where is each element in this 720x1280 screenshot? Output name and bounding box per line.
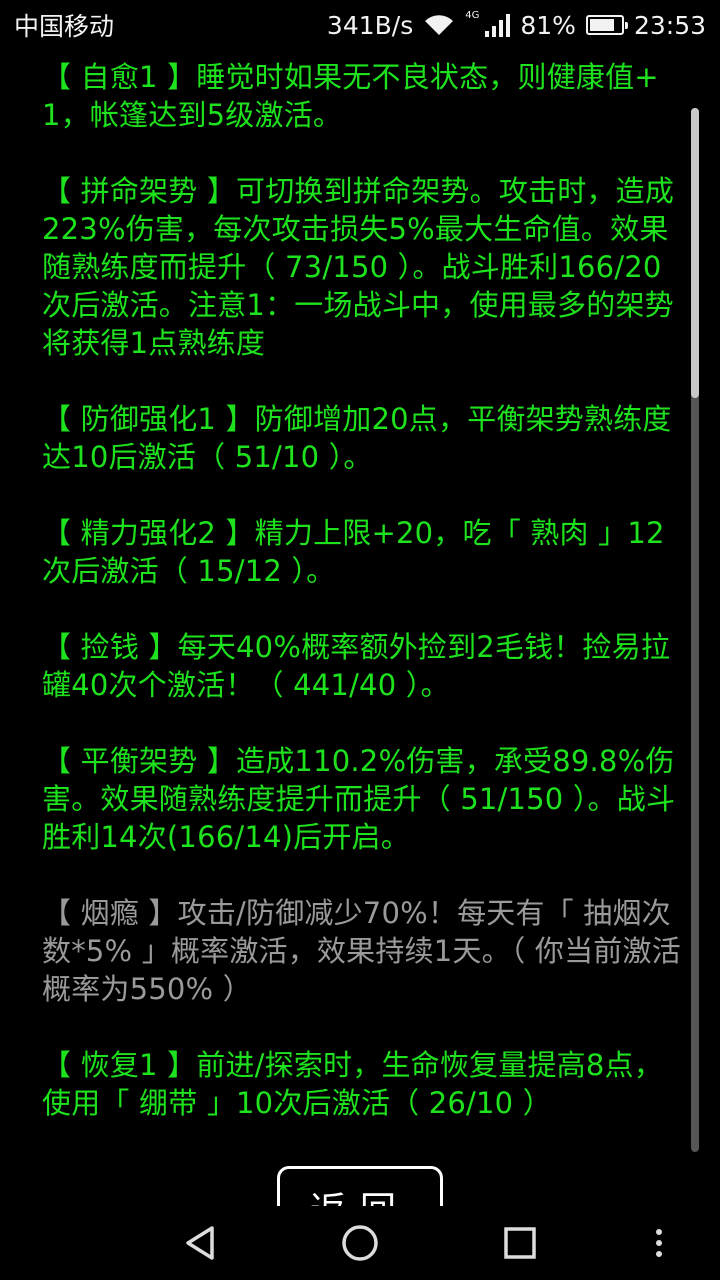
- nav-menu-button[interactable]: [634, 1220, 684, 1266]
- scrollbar-thumb[interactable]: [691, 108, 699, 398]
- signal-icon: [485, 13, 511, 37]
- status-bar: 中国移动 341B/s 4G 81% 23:53: [0, 0, 720, 50]
- battery-percent: 81%: [520, 10, 576, 40]
- skill-entry: 【 烟瘾 】攻击/防御减少70%！每天有「 抽烟次数*5% 」概率激活，效果持续…: [42, 896, 681, 1006]
- network-type-label: 4G: [465, 9, 480, 21]
- skill-entry: 【 精力强化2 】精力上限+20，吃「 熟肉 」12次后激活（ 15/12 ）。: [42, 516, 665, 588]
- carrier-label: 中国移动: [14, 12, 115, 41]
- nav-back-button[interactable]: [175, 1220, 225, 1266]
- skill-entry: 【 平衡架势 】造成110.2%伤害，承受89.8%伤害。效果随熟练度提升而提升…: [42, 744, 676, 854]
- skill-entry: 【 捡钱 】每天40%概率额外捡到2毛钱！捡易拉罐40次个激活！（ 441/40…: [42, 630, 671, 702]
- skill-entry: 【 防御强化1 】防御增加20点，平衡架势熟练度达10后激活（ 51/10 ）。: [42, 402, 672, 474]
- clock: 23:53: [633, 10, 706, 40]
- net-speed: 341B/s: [326, 10, 414, 40]
- wifi-icon: [425, 15, 454, 35]
- skill-entry: 【 自愈1 】睡觉时如果无不良状态，则健康值+1，帐篷达到5级激活。: [42, 60, 659, 132]
- triangle-back-icon: [186, 1226, 214, 1260]
- skill-entry: 【 恢复1 】前进/探索时，生命恢复量提高8点，使用「 绷带 」10次后激活（ …: [42, 1048, 663, 1120]
- skill-entry: 【 拼命架势 】可切换到拼命架势。攻击时，造成223%伤害，每次攻击损失5%最大…: [42, 174, 675, 360]
- circle-home-icon: [342, 1225, 378, 1261]
- nav-recents-button[interactable]: [495, 1220, 545, 1266]
- skill-list[interactable]: 【 自愈1 】睡觉时如果无不良状态，则健康值+1，帐篷达到5级激活。【 拼命架势…: [42, 58, 682, 1152]
- status-icons: 341B/s 4G 81% 23:53: [326, 9, 706, 40]
- three-dot-menu-icon: [656, 1229, 662, 1257]
- nav-home-button[interactable]: [335, 1220, 385, 1266]
- battery-icon: [585, 15, 628, 35]
- navigation-bar: [0, 1206, 720, 1280]
- square-recents-icon: [504, 1227, 536, 1259]
